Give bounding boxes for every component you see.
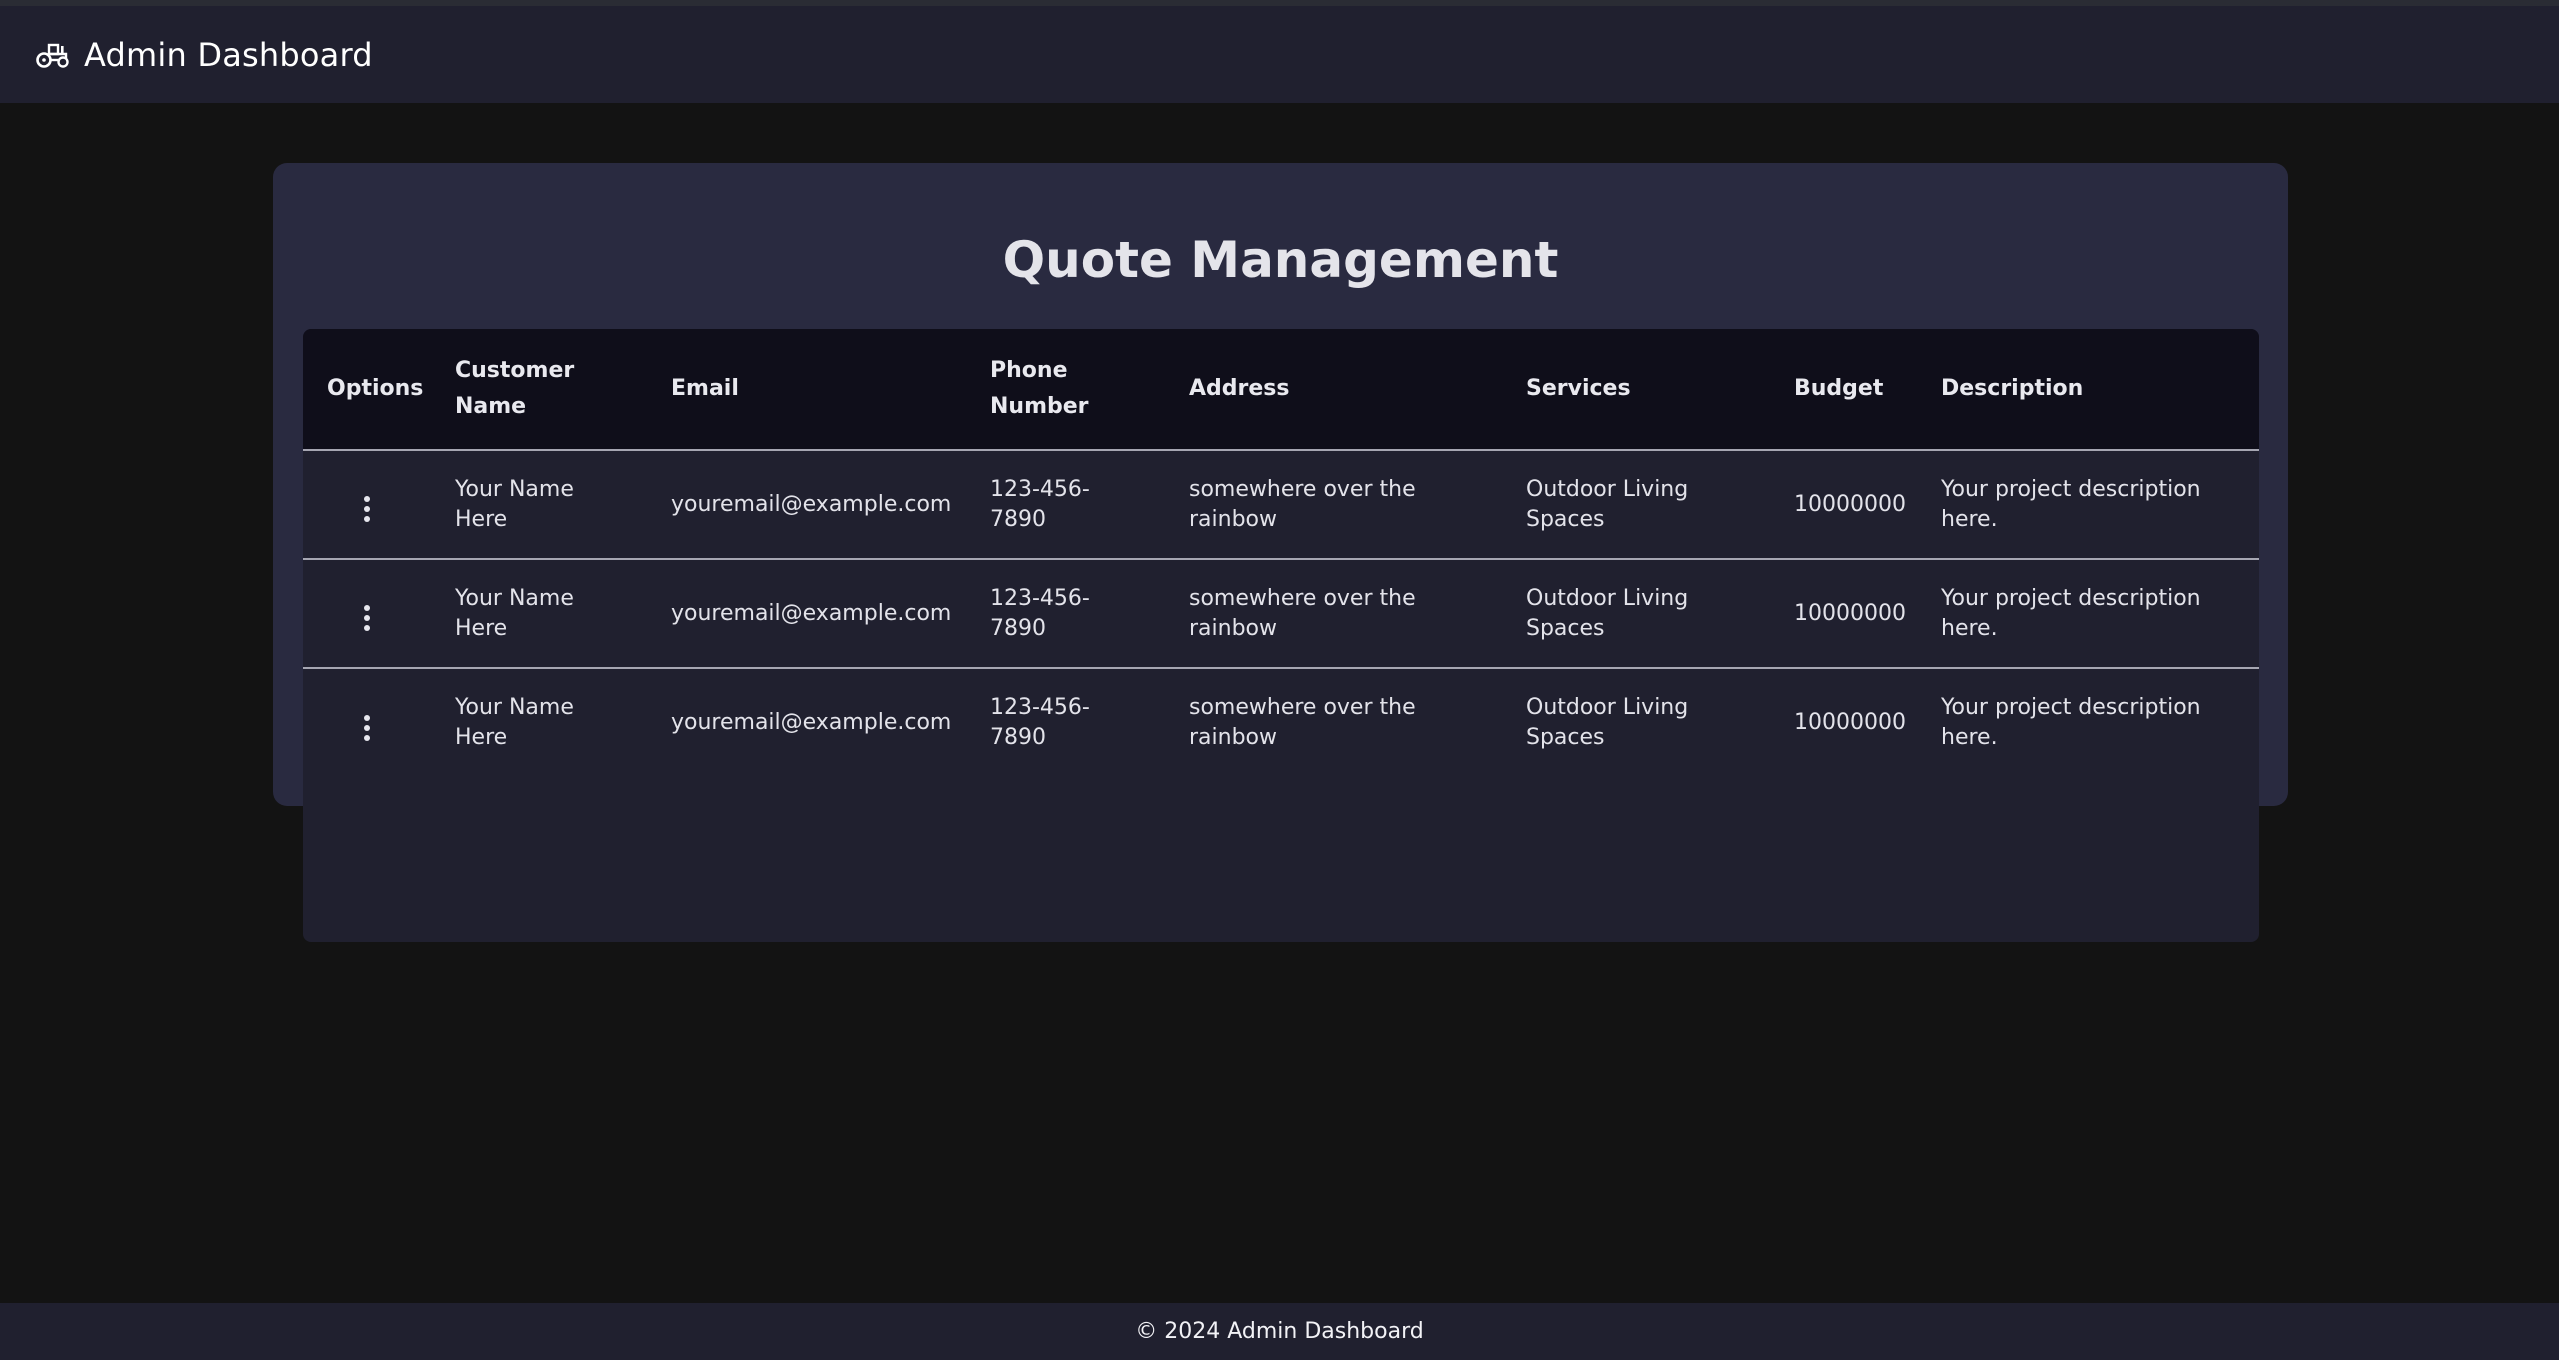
budget-cell: 10000000 [1794,491,1906,517]
kebab-menu-icon[interactable] [354,599,380,637]
kebab-menu-icon[interactable] [354,709,380,747]
budget-cell: 10000000 [1794,710,1906,735]
options-cell [303,559,431,668]
customer-name-cell: Your Name Here [455,695,574,750]
address-cell: somewhere over the rainbow [1189,695,1416,750]
quote-management-card: Quote Management Options Customer Name E… [273,163,2288,942]
quotes-table: Options Customer Name Email Phone Number… [303,329,2259,777]
column-header-description: Description [1941,376,2084,401]
app-title: Admin Dashboard [84,35,373,74]
services-cell: Outdoor Living Spaces [1526,476,1689,532]
table-row: Your Name Here youremail@example.com 123… [303,668,2259,777]
services-cell: Outdoor Living Spaces [1526,585,1689,641]
column-header-services: Services [1526,376,1631,401]
column-header-phone-number: Phone Number [990,358,1089,419]
column-header-customer-name: Customer Name [455,358,575,419]
email-cell: youremail@example.com [671,710,952,735]
kebab-menu-icon[interactable] [354,490,380,528]
description-cell: Your project description here. [1941,695,2201,750]
options-cell [303,450,431,559]
table-row: Your Name Here youremail@example.com 123… [303,450,2259,559]
table-header-row: Options Customer Name Email Phone Number… [303,329,2259,450]
phone-cell: 123-456-7890 [990,585,1090,641]
column-header-budget: Budget [1794,376,1884,401]
column-header-address: Address [1189,376,1290,401]
brand-link[interactable]: Admin Dashboard [36,36,373,74]
description-cell: Your project description here. [1941,585,2201,641]
table-row: Your Name Here youremail@example.com 123… [303,559,2259,668]
quotes-table-container: Options Customer Name Email Phone Number… [303,329,2259,942]
customer-name-cell: Your Name Here [455,476,574,532]
phone-cell: 123-456-7890 [990,476,1090,532]
tractor-icon [36,42,70,68]
email-cell: youremail@example.com [671,600,952,626]
options-cell [303,668,431,777]
address-cell: somewhere over the rainbow [1189,476,1416,532]
services-cell: Outdoor Living Spaces [1526,695,1689,750]
footer: © 2024 Admin Dashboard [0,1303,2559,1360]
phone-cell: 123-456-7890 [990,695,1090,750]
email-cell: youremail@example.com [671,491,952,517]
budget-cell: 10000000 [1794,600,1906,626]
column-header-email: Email [671,376,739,401]
page-title: Quote Management [1002,231,1559,289]
customer-name-cell: Your Name Here [455,585,574,641]
description-cell: Your project description here. [1941,476,2201,532]
address-cell: somewhere over the rainbow [1189,585,1416,641]
navbar: Admin Dashboard [0,6,2559,103]
column-header-options: Options [327,376,424,401]
copyright-text: © 2024 Admin Dashboard [1135,1319,1424,1344]
